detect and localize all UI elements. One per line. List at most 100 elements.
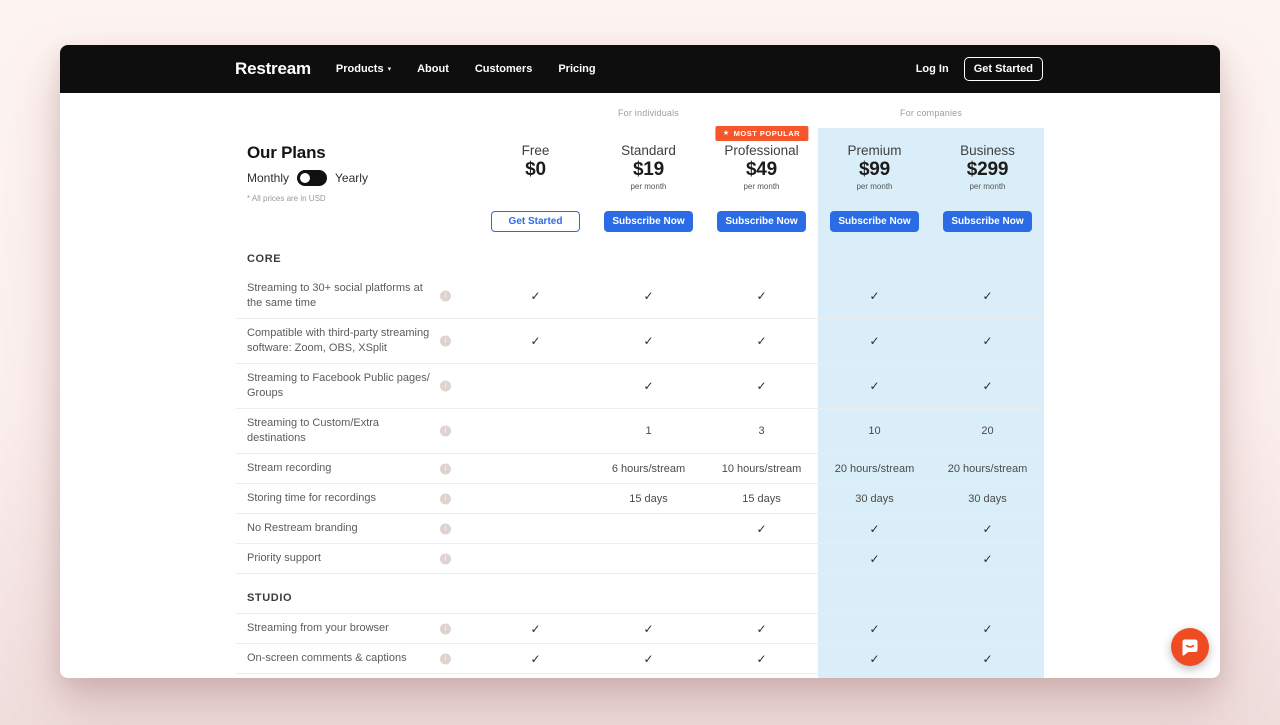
feature-cell: ✓ xyxy=(705,379,818,393)
plan-column-standard: Standard$19per monthSubscribe Now xyxy=(592,93,705,241)
feature-cell: ✓ xyxy=(479,652,592,666)
feature-value: 20 xyxy=(981,425,993,437)
feature-row: Streaming from your browser i ✓ ✓ ✓ ✓ ✓ xyxy=(236,614,1044,644)
feature-cell: ✓ xyxy=(931,289,1044,303)
feature-label-cell: Streaming to Custom/Extra destinations i xyxy=(236,409,479,453)
feature-cell: 1 xyxy=(592,425,705,437)
feature-cell: ✓ xyxy=(931,334,1044,348)
feature-value: 6 hours/stream xyxy=(612,463,685,475)
info-icon[interactable]: i xyxy=(440,553,451,564)
section-title-core: CORE xyxy=(236,243,1044,274)
feature-label: Streaming from your browser xyxy=(247,621,435,636)
plan-name: Standard xyxy=(592,143,705,158)
feature-value: 30 days xyxy=(855,493,894,505)
feature-label: Storing time for recordings xyxy=(247,491,435,506)
feature-cell: ✓ xyxy=(818,379,931,393)
info-icon[interactable]: i xyxy=(440,426,451,437)
feature-row: Stream recordingi6 hours/stream10 hours/… xyxy=(236,454,1044,484)
feature-cell: ✓ xyxy=(818,622,931,636)
feature-cell: 3 xyxy=(705,425,818,437)
check-icon: ✓ xyxy=(982,522,992,536)
check-icon: ✓ xyxy=(756,622,766,636)
feature-cell: ✓ xyxy=(592,622,705,636)
info-icon[interactable]: i xyxy=(440,336,451,347)
check-icon: ✓ xyxy=(530,622,540,636)
feature-cell: 30 days xyxy=(818,493,931,505)
info-icon[interactable]: i xyxy=(440,623,451,634)
check-icon: ✓ xyxy=(756,652,766,666)
check-icon: ✓ xyxy=(530,289,540,303)
plan-column-professional: ★MOST POPULARProfessional$49per monthSub… xyxy=(705,93,818,241)
check-icon: ✓ xyxy=(869,334,879,348)
nav-item-pricing[interactable]: Pricing xyxy=(558,63,595,75)
info-icon[interactable]: i xyxy=(440,523,451,534)
feature-value: 20 hours/stream xyxy=(948,463,1027,475)
feature-label: On-screen comments & captions xyxy=(247,651,435,666)
nav-right-group: Log In Get Started xyxy=(916,57,1043,81)
feature-cell: ✓ xyxy=(931,622,1044,636)
plan-column-premium: Premium$99per monthSubscribe Now xyxy=(818,93,931,241)
nav-item-products[interactable]: Products▾ xyxy=(336,63,391,75)
plan-column-free: Free$0Get Started xyxy=(479,93,592,241)
section-title-studio: STUDIO xyxy=(236,574,1044,614)
plan-column-business: Business$299per monthSubscribe Now xyxy=(931,93,1044,241)
login-link[interactable]: Log In xyxy=(916,63,949,75)
plan-cta-business[interactable]: Subscribe Now xyxy=(943,211,1032,232)
restream-logo[interactable]: Restream xyxy=(235,59,311,79)
nav-item-about[interactable]: About xyxy=(417,63,449,75)
plan-name: Premium xyxy=(818,143,931,158)
feature-label: Streaming to Custom/Extra destinations xyxy=(247,416,435,446)
feature-row: Streaming to Facebook Public pages/ Grou… xyxy=(236,364,1044,409)
feature-label: No Restream branding xyxy=(247,521,435,536)
feature-value: 3 xyxy=(758,425,764,437)
feature-row: Streaming to Custom/Extra destinations i 1… xyxy=(236,409,1044,454)
pricing-layer: For individuals For companies Our Plans … xyxy=(236,93,1044,678)
main-nav: Products▾ About Customers Pricing xyxy=(336,63,596,75)
chevron-down-icon: ▾ xyxy=(388,66,392,73)
feature-label: Streaming to Facebook Public pages/ Grou… xyxy=(247,371,435,401)
check-icon: ✓ xyxy=(869,552,879,566)
feature-cell: ✓ xyxy=(818,289,931,303)
info-icon[interactable]: i xyxy=(440,381,451,392)
check-icon: ✓ xyxy=(643,379,653,393)
feature-row: Storing time for recordings i 15 days15 da… xyxy=(236,484,1044,514)
feature-cell: ✓ xyxy=(818,334,931,348)
feature-label-cell: On-screen comments & captions i xyxy=(236,644,479,673)
feature-cell: 20 xyxy=(931,425,1044,437)
check-icon: ✓ xyxy=(643,289,653,303)
chat-launcher-button[interactable] xyxy=(1171,628,1209,666)
info-icon[interactable]: i xyxy=(440,493,451,504)
feature-label: Compatible with third-party streaming so… xyxy=(247,326,435,356)
get-started-button[interactable]: Get Started xyxy=(964,57,1043,81)
plan-cta-standard[interactable]: Subscribe Now xyxy=(604,211,693,232)
check-icon: ✓ xyxy=(756,289,766,303)
feature-cell: 30 days xyxy=(931,493,1044,505)
plan-period: per month xyxy=(592,182,705,191)
feature-value: 10 xyxy=(868,425,880,437)
check-icon: ✓ xyxy=(869,622,879,636)
feature-cell: ✓ xyxy=(479,334,592,348)
feature-cell: ✓ xyxy=(818,652,931,666)
plan-cta-professional[interactable]: Subscribe Now xyxy=(717,211,806,232)
feature-label: Streaming to 30+ social platforms at the… xyxy=(247,281,435,311)
feature-value: 30 days xyxy=(968,493,1007,505)
feature-cell: 15 days xyxy=(705,493,818,505)
feature-cell: 15 days xyxy=(592,493,705,505)
plan-name: Professional xyxy=(705,143,818,158)
plan-cta-free[interactable]: Get Started xyxy=(491,211,580,232)
info-icon[interactable]: i xyxy=(440,291,451,302)
info-icon[interactable]: i xyxy=(440,653,451,664)
check-icon: ✓ xyxy=(982,289,992,303)
nav-item-customers[interactable]: Customers xyxy=(475,63,532,75)
feature-cell: ✓ xyxy=(592,652,705,666)
feature-label: Priority support xyxy=(247,551,435,566)
check-icon: ✓ xyxy=(869,652,879,666)
feature-cell: 10 xyxy=(818,425,931,437)
plan-price: $0 xyxy=(479,159,592,181)
feature-label-cell: Storing time for recordings i xyxy=(236,484,479,513)
info-icon[interactable]: i xyxy=(440,463,451,474)
feature-cell: ✓ xyxy=(818,552,931,566)
plan-cta-premium[interactable]: Subscribe Now xyxy=(830,211,919,232)
plan-name: Business xyxy=(931,143,1044,158)
feature-value: 20 hours/stream xyxy=(835,463,914,475)
